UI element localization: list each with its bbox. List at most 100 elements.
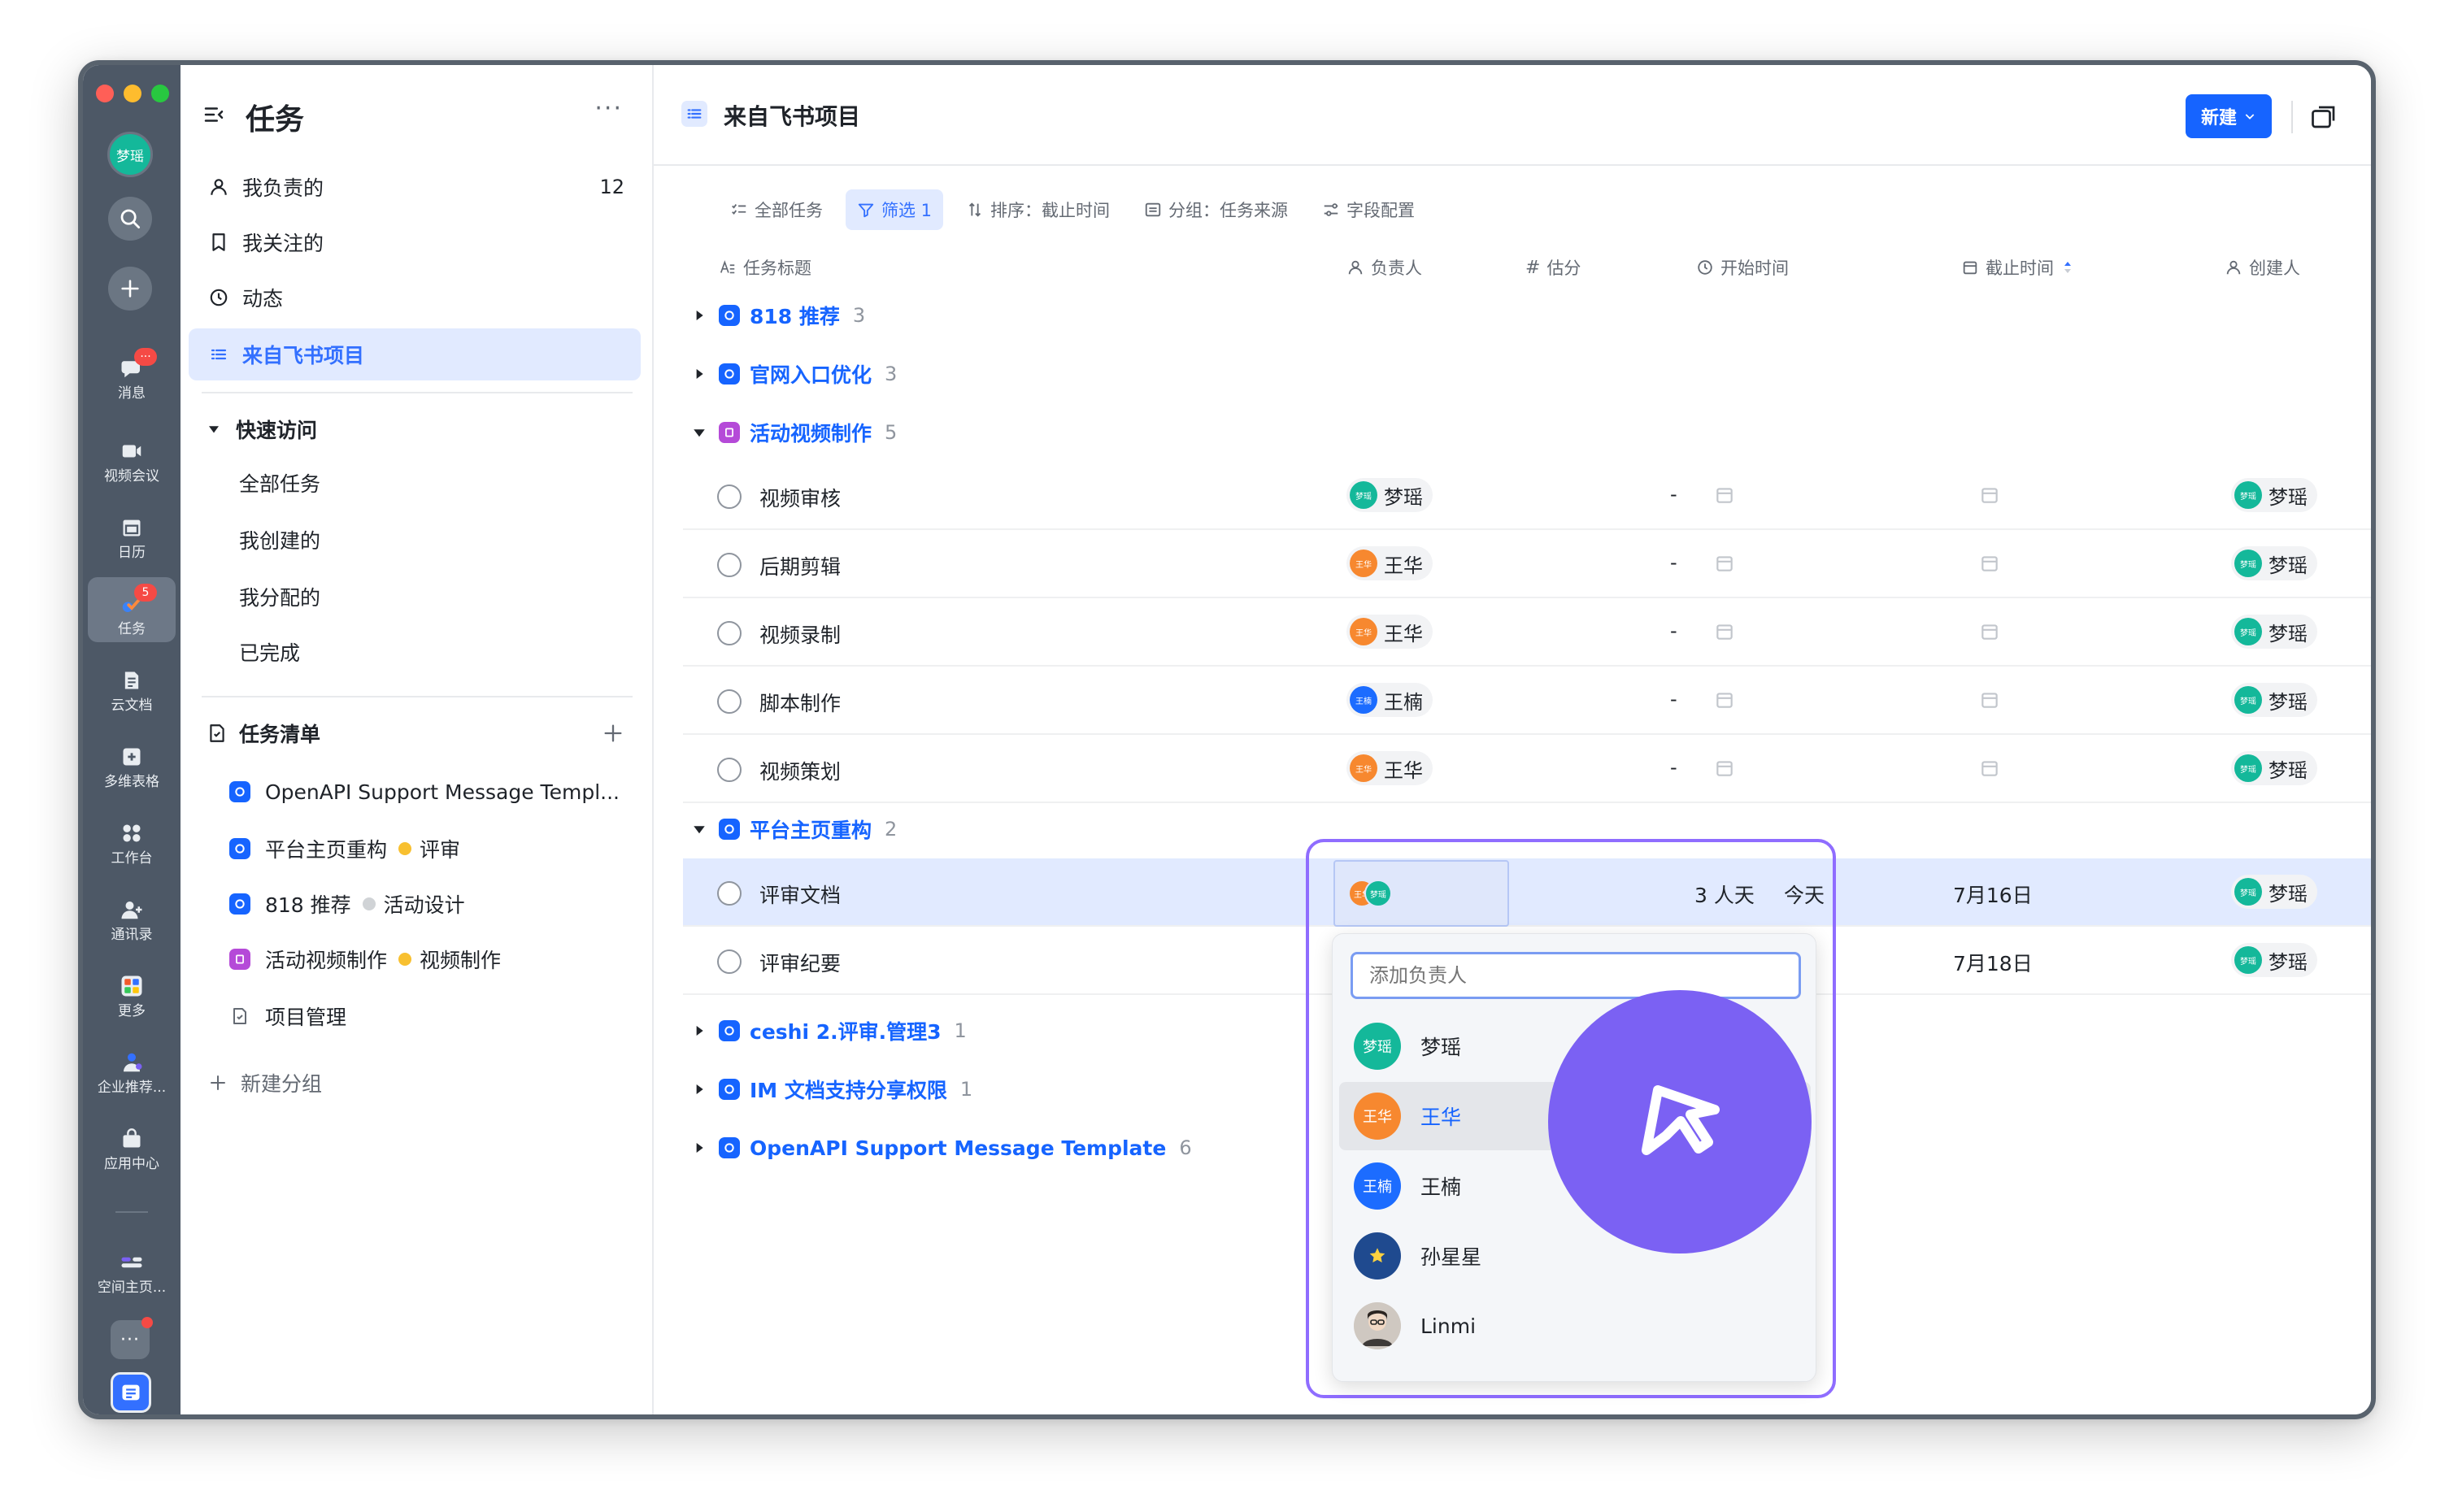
column-header-due[interactable]: 截止时间 (1961, 255, 2080, 280)
rail-item-calendar[interactable]: 日历 (88, 501, 176, 566)
minimize-window-button[interactable] (124, 85, 141, 102)
sidebar-more-button[interactable]: ··· (594, 94, 623, 123)
field-config-button[interactable]: 字段配置 (1311, 189, 1426, 230)
sort-button[interactable]: 排序：截止时间 (955, 189, 1121, 230)
rail-item-app-center[interactable]: 应用中心 (88, 1112, 176, 1177)
column-header-start[interactable]: 开始时间 (1696, 255, 1789, 280)
creator-chip[interactable]: 梦瑶 梦瑶 (2231, 615, 2317, 649)
rail-item-enterprise[interactable]: 企业推荐... (88, 1036, 176, 1101)
task-checkbox[interactable] (717, 949, 742, 974)
task-row[interactable]: 视频录制 王华 王华 - 梦瑶 梦瑶 (683, 598, 2371, 667)
quick-access-item[interactable]: 我分配的 (239, 582, 320, 611)
task-list-item[interactable]: 平台主页重构 评审 (229, 832, 460, 865)
task-list-item[interactable]: OpenAPI Support Message Templ... (229, 776, 620, 808)
nav-item-activity[interactable]: 动态 (189, 272, 641, 324)
rail-item-messages[interactable]: ··· 消息 (88, 341, 176, 406)
creator-chip[interactable]: 梦瑶 梦瑶 (2231, 943, 2317, 977)
calendar-icon[interactable] (1714, 621, 1735, 642)
task-checkbox[interactable] (717, 621, 742, 645)
task-lists-header[interactable]: 任务清单 (207, 719, 320, 748)
add-assignee-input[interactable] (1351, 952, 1801, 999)
group-row[interactable]: OpenAPI Support Message Template 6 (691, 1132, 1192, 1164)
nav-item-feishu-project[interactable]: 来自飞书项目 (189, 328, 641, 380)
rail-item-space-home[interactable]: 空间主页... (88, 1236, 176, 1301)
task-row[interactable]: 后期剪辑 王华 王华 - 梦瑶 梦瑶 (683, 530, 2371, 598)
task-list-item[interactable]: 项目管理 (229, 1000, 346, 1032)
task-list-item[interactable]: 活动视频制作 视频制作 (229, 943, 501, 975)
column-header-creator[interactable]: 创建人 (2225, 255, 2300, 280)
task-checkbox[interactable] (717, 881, 742, 906)
group-button[interactable]: 分组：任务来源 (1133, 189, 1299, 230)
quick-access-item[interactable]: 已完成 (239, 637, 300, 667)
creator-chip[interactable]: 梦瑶 梦瑶 (2231, 683, 2317, 717)
assignee-chip[interactable]: 王华 王华 (1346, 615, 1433, 649)
column-due-label: 截止时间 (1986, 259, 2054, 278)
group-row[interactable]: 平台主页重构 2 (691, 813, 897, 845)
task-checkbox[interactable] (717, 553, 742, 577)
current-app-icon[interactable] (111, 1372, 151, 1413)
creator-chip[interactable]: 梦瑶 梦瑶 (2231, 875, 2317, 909)
maximize-window-button[interactable] (151, 85, 169, 102)
task-row[interactable]: 视频策划 王华 王华 - 梦瑶 梦瑶 (683, 735, 2371, 803)
assignee-chip[interactable]: 王楠 王楠 (1346, 683, 1433, 717)
group-row[interactable]: 活动视频制作 5 (691, 416, 897, 449)
calendar-icon[interactable] (1979, 484, 2000, 506)
assignee-chip[interactable]: 王华 王华 (1346, 546, 1433, 580)
calendar-icon[interactable] (1979, 758, 2000, 779)
rail-item-base[interactable]: 多维表格 (88, 730, 176, 795)
task-checkbox[interactable] (717, 689, 742, 714)
task-list-item[interactable]: 818 推荐 活动设计 (229, 888, 465, 920)
group-row[interactable]: IM 文档支持分享权限 1 (691, 1073, 972, 1106)
user-avatar[interactable]: 梦瑶 (107, 132, 153, 177)
assignee-option[interactable]: Linmi (1339, 1292, 1811, 1360)
list-icon (207, 342, 231, 367)
creator-chip[interactable]: 梦瑶 梦瑶 (2231, 751, 2317, 785)
new-group-button[interactable]: 新建分组 (208, 1067, 322, 1099)
search-button[interactable] (108, 197, 152, 241)
task-checkbox[interactable] (717, 758, 742, 782)
avatar: 王华 (1350, 618, 1377, 645)
calendar-icon[interactable] (1979, 553, 2000, 574)
column-header-assignee[interactable]: 负责人 (1346, 255, 1422, 280)
calendar-icon[interactable] (1714, 484, 1735, 506)
nav-item-following[interactable]: 我关注的 (189, 216, 641, 268)
column-header-title[interactable]: 任务标题 (719, 255, 811, 280)
add-list-icon[interactable] (602, 722, 624, 745)
rail-more-button[interactable]: ··· (111, 1317, 153, 1359)
rail-item-workplace[interactable]: 工作台 (88, 806, 176, 871)
quick-access-header[interactable]: 快速访问 (207, 415, 317, 444)
close-window-button[interactable] (96, 85, 114, 102)
task-row[interactable]: 视频审核 梦瑶 梦瑶 - 梦瑶 梦瑶 (683, 462, 2371, 530)
calendar-icon[interactable] (1714, 553, 1735, 574)
creator-chip[interactable]: 梦瑶 梦瑶 (2231, 478, 2317, 512)
column-header-estimate[interactable]: # 估分 (1525, 255, 1581, 280)
new-button[interactable]: 新建 (2186, 94, 2272, 138)
collapse-sidebar-icon[interactable] (202, 102, 226, 127)
quick-access-item[interactable]: 我创建的 (239, 525, 320, 554)
group-row[interactable]: 官网入口优化 3 (691, 358, 897, 390)
rail-item-docs[interactable]: 云文档 (88, 654, 176, 719)
quick-access-item[interactable]: 全部任务 (239, 468, 320, 497)
create-button[interactable] (108, 267, 152, 311)
task-checkbox[interactable] (717, 484, 742, 509)
rail-item-video[interactable]: 视频会议 (88, 424, 176, 489)
group-count: 2 (885, 818, 898, 841)
assignee-chip[interactable]: 梦瑶 梦瑶 (1346, 478, 1433, 512)
rail-item-tasks[interactable]: 5 任务 (88, 577, 176, 642)
group-row[interactable]: ceshi 2.评审.管理3 1 (691, 1015, 967, 1047)
calendar-icon[interactable] (1979, 689, 2000, 710)
column-start-label: 开始时间 (1720, 259, 1789, 278)
nav-item-assigned-to-me[interactable]: 我负责的 12 (189, 161, 641, 213)
assignee-chip[interactable]: 王华 王华 (1346, 751, 1433, 785)
calendar-icon[interactable] (1714, 758, 1735, 779)
all-tasks-view-button[interactable]: 全部任务 (719, 189, 834, 230)
creator-chip[interactable]: 梦瑶 梦瑶 (2231, 546, 2317, 580)
rail-item-contacts[interactable]: 通讯录 (88, 883, 176, 948)
filter-button[interactable]: 筛选 1 (846, 189, 944, 230)
task-row[interactable]: 脚本制作 王楠 王楠 - 梦瑶 梦瑶 (683, 667, 2371, 735)
open-new-window-icon[interactable] (2309, 102, 2338, 132)
calendar-icon[interactable] (1714, 689, 1735, 710)
calendar-icon[interactable] (1979, 621, 2000, 642)
rail-item-more[interactable]: 更多 (88, 959, 176, 1024)
group-row[interactable]: 818 推荐 3 (691, 299, 865, 332)
